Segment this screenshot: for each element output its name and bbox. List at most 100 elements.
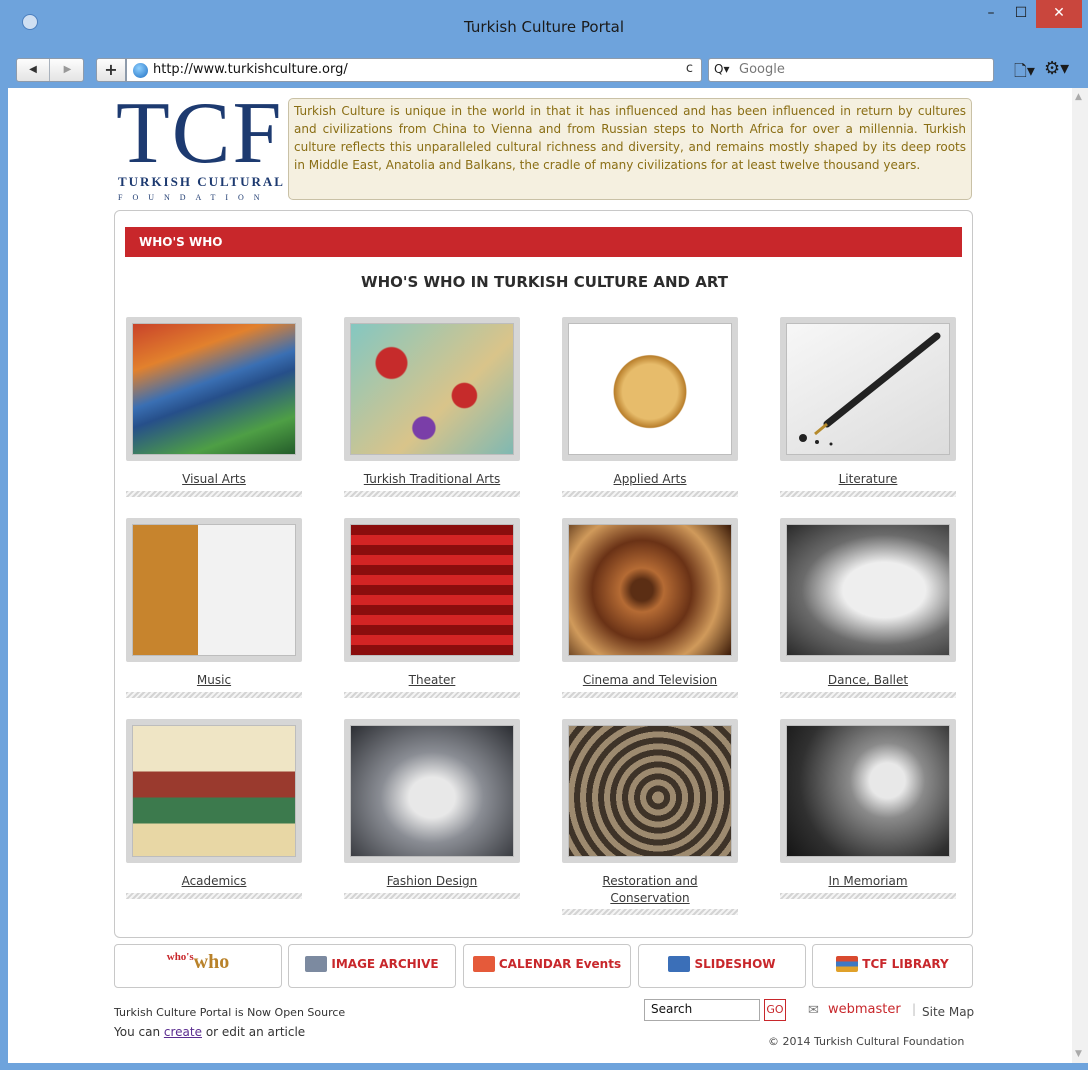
- gear-icon[interactable]: ⚙▾: [1044, 58, 1069, 79]
- address-url[interactable]: http://www.turkishculture.org/: [153, 62, 348, 77]
- category-link[interactable]: Fashion Design: [344, 873, 520, 890]
- logo-name: TURKISH CULTURAL: [118, 174, 285, 189]
- category-link[interactable]: Turkish Traditional Arts: [344, 471, 520, 488]
- slideshow-button[interactable]: SLIDESHOW: [638, 944, 806, 988]
- category-literature[interactable]: Literature: [780, 317, 956, 497]
- nav-group: ◀ ▶: [16, 58, 84, 82]
- divider-stripe: [126, 893, 302, 899]
- footer-separator: |: [912, 1002, 917, 1016]
- tcf-logo[interactable]: TCF TURKISH CULTURAL FOUNDATION: [116, 90, 286, 206]
- whos-who-button[interactable]: who'swho: [114, 944, 282, 988]
- globe-icon: [133, 63, 148, 78]
- divider-stripe: [780, 893, 956, 899]
- books-icon: [836, 955, 859, 972]
- thumbnail-frame: [126, 719, 302, 863]
- create-link[interactable]: create: [164, 1025, 202, 1039]
- scroll-up-icon[interactable]: ▲: [1075, 92, 1082, 102]
- scroll-down-icon[interactable]: ▼: [1075, 1049, 1082, 1059]
- film-reel-photo[interactable]: [568, 524, 732, 656]
- divider-stripe: [780, 491, 956, 497]
- browser-search-input[interactable]: Q▾ Google: [708, 58, 994, 82]
- category-cinema-television[interactable]: Cinema and Television: [562, 518, 738, 698]
- category-applied-arts[interactable]: Applied Arts: [562, 317, 738, 497]
- whos-who-panel: WHO'S WHO WHO'S WHO IN TURKISH CULTURE A…: [114, 210, 973, 938]
- ballet-dancer-photo[interactable]: [786, 524, 950, 656]
- category-in-memoriam[interactable]: In Memoriam: [780, 719, 956, 899]
- whos-who-big: who: [193, 951, 230, 973]
- category-visual-arts[interactable]: Visual Arts: [126, 317, 302, 497]
- section-heading: WHO'S WHO IN TURKISH CULTURE AND ART: [361, 273, 728, 291]
- vertical-scrollbar[interactable]: ▲ ▼: [1072, 88, 1088, 1063]
- site-map-link[interactable]: Site Map: [922, 1005, 974, 1019]
- category-fashion-design[interactable]: Fashion Design: [344, 719, 520, 899]
- thumbnail-frame: [562, 719, 738, 863]
- category-link[interactable]: In Memoriam: [780, 873, 956, 890]
- category-traditional-arts[interactable]: Turkish Traditional Arts: [344, 317, 520, 497]
- category-restoration-conservation[interactable]: Restoration and Conservation: [562, 719, 738, 915]
- image-archive-label: IMAGE ARCHIVE: [331, 957, 439, 971]
- section-title-bar: WHO'S WHO: [125, 227, 962, 257]
- thumbnail-frame: [780, 317, 956, 461]
- musician-painting[interactable]: [132, 524, 296, 656]
- maximize-button[interactable]: ☐: [1006, 0, 1036, 28]
- divider-stripe: [344, 893, 520, 899]
- category-link[interactable]: Visual Arts: [126, 471, 302, 488]
- category-link[interactable]: Cinema and Television: [562, 672, 738, 689]
- fashion-model-photo[interactable]: [350, 725, 514, 857]
- fountain-pen-photo[interactable]: [786, 323, 950, 455]
- category-link[interactable]: Literature: [780, 471, 956, 488]
- divider-stripe: [562, 491, 738, 497]
- site-search-input[interactable]: Search: [644, 999, 760, 1021]
- category-link[interactable]: Music: [126, 672, 302, 689]
- tcf-library-label: TCF LIBRARY: [862, 957, 949, 971]
- golden-vase-photo[interactable]: [568, 323, 732, 455]
- theater-seats-photo[interactable]: [350, 524, 514, 656]
- address-bar[interactable]: http://www.turkishculture.org/ c: [126, 58, 702, 82]
- divider-stripe: [780, 692, 956, 698]
- divider-stripe: [126, 491, 302, 497]
- category-theater[interactable]: Theater: [344, 518, 520, 698]
- page-menu-icon[interactable]: 🗋▾: [1014, 60, 1035, 87]
- category-dance-ballet[interactable]: Dance, Ballet: [780, 518, 956, 698]
- inlay-restoration-photo[interactable]: [568, 725, 732, 857]
- search-go-button[interactable]: GO: [764, 999, 786, 1021]
- divider-stripe: [562, 692, 738, 698]
- close-button[interactable]: ✕: [1036, 0, 1082, 28]
- category-link[interactable]: Theater: [344, 672, 520, 689]
- category-link[interactable]: Academics: [126, 873, 302, 890]
- category-link[interactable]: Restoration and Conservation: [595, 873, 705, 907]
- miniature-scholars-painting[interactable]: [132, 725, 296, 857]
- tcf-library-button[interactable]: TCF LIBRARY: [812, 944, 973, 988]
- category-music[interactable]: Music: [126, 518, 302, 698]
- thumbnail-frame: [344, 719, 520, 863]
- intro-text: Turkish Culture is unique in the world i…: [288, 98, 972, 200]
- window-border-left: [0, 88, 8, 1063]
- browser-toolbar: ◀ ▶ + http://www.turkishculture.org/ c Q…: [0, 50, 1088, 88]
- add-bookmark-button[interactable]: +: [96, 58, 126, 82]
- search-placeholder: Google: [739, 62, 785, 77]
- calendar-button[interactable]: CALENDAR Events: [463, 944, 631, 988]
- divider-stripe: [344, 692, 520, 698]
- reload-button[interactable]: c: [686, 61, 693, 76]
- glass-rose-photo[interactable]: [786, 725, 950, 857]
- thumbnail-frame: [780, 518, 956, 662]
- thumbnail-frame: [126, 518, 302, 662]
- calendar-label: CALENDAR Events: [498, 957, 622, 971]
- category-link[interactable]: Applied Arts: [562, 471, 738, 488]
- thumbnail-frame: [126, 317, 302, 461]
- image-archive-button[interactable]: IMAGE ARCHIVE: [288, 944, 456, 988]
- search-engine-icon[interactable]: Q▾: [714, 62, 729, 76]
- webmaster-link[interactable]: webmaster: [828, 1002, 901, 1017]
- thumbnail-frame: [562, 317, 738, 461]
- minimize-button[interactable]: –: [976, 0, 1006, 28]
- mail-icon: ✉: [808, 1003, 819, 1018]
- forward-button[interactable]: ▶: [51, 59, 84, 81]
- visual-arts-photo[interactable]: [132, 323, 296, 455]
- back-button[interactable]: ◀: [17, 59, 50, 81]
- thumbnail-frame: [562, 518, 738, 662]
- category-academics[interactable]: Academics: [126, 719, 302, 899]
- category-link[interactable]: Dance, Ballet: [780, 672, 956, 689]
- fountain-pen-icon: [799, 332, 941, 446]
- divider-stripe: [344, 491, 520, 497]
- marbling-photo[interactable]: [350, 323, 514, 455]
